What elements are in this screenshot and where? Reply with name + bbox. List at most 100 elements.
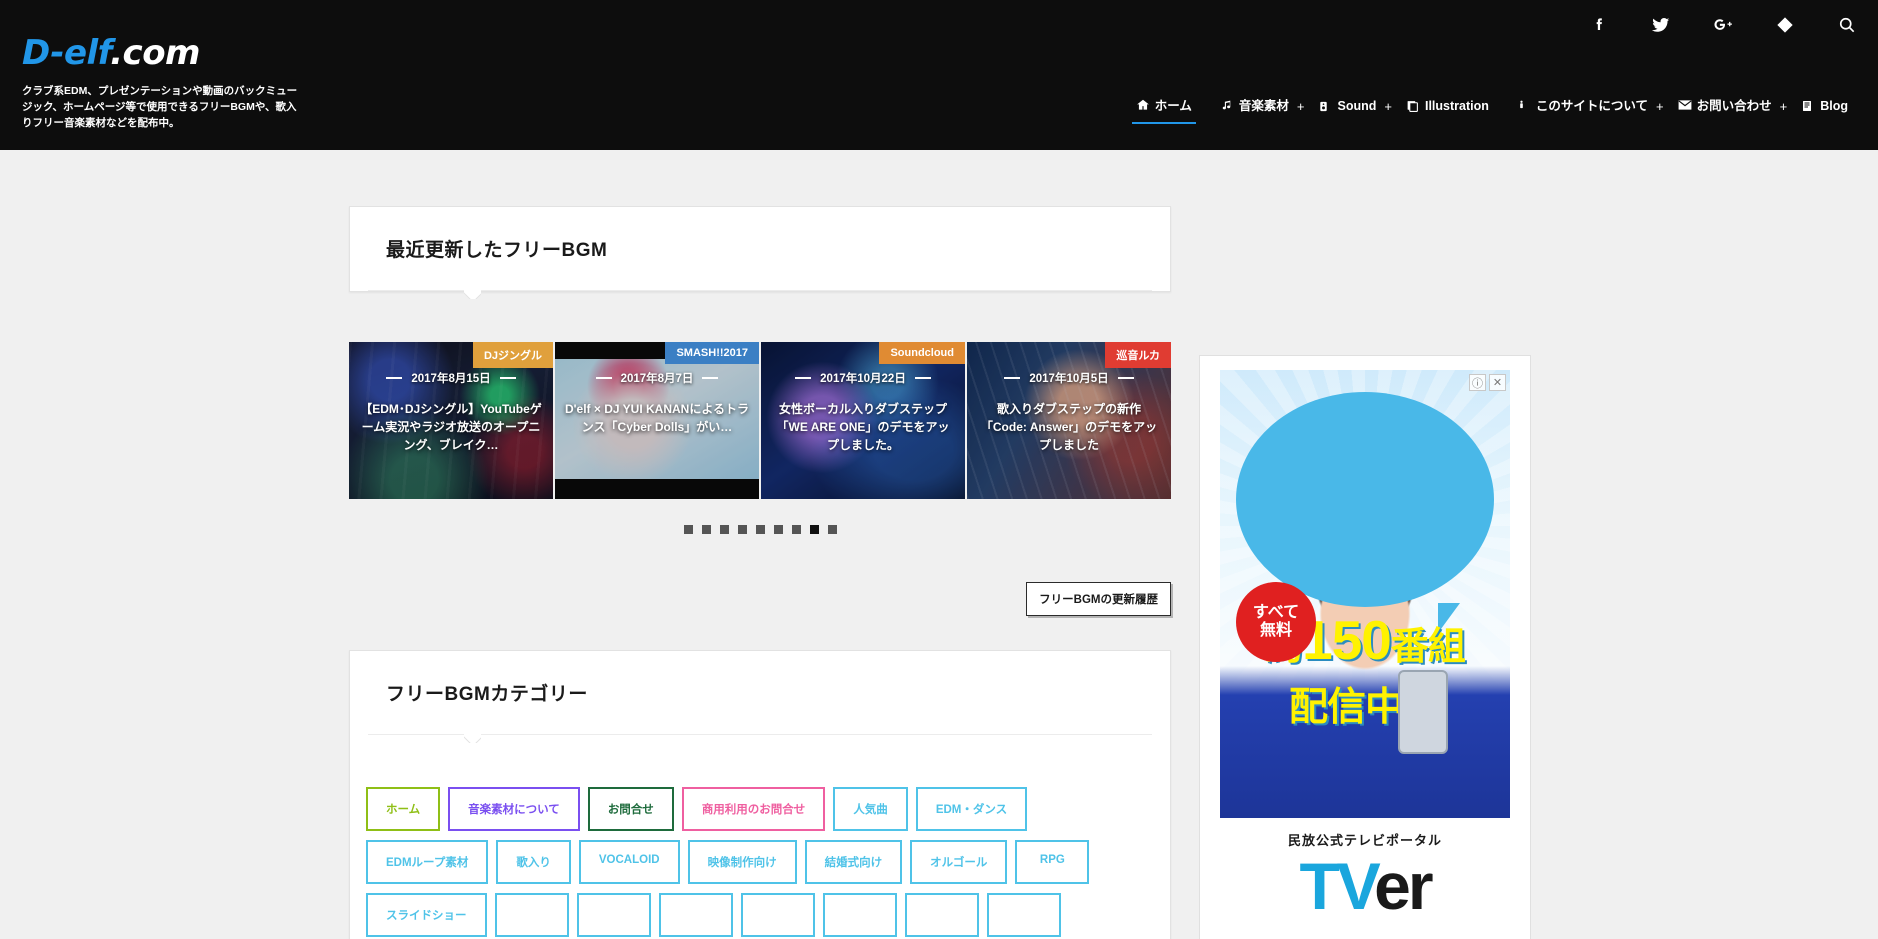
recent-bgm-panel: 最近更新したフリーBGM [349, 206, 1171, 292]
card-title[interactable]: D'elf × DJ YUI KANANによるトランス「Cyber Dolls」… [565, 400, 749, 436]
category-tag[interactable]: EDM・ダンス [915, 787, 1028, 831]
ad-brand-tv: TV [1299, 849, 1377, 923]
card-title[interactable]: 歌入りダブステップの新作「Code: Answer」のデモをアップしました [977, 400, 1161, 454]
twitter-icon[interactable] [1648, 12, 1674, 38]
category-tag[interactable] [658, 893, 733, 937]
logo-suffix: .com [110, 33, 200, 73]
category-tag[interactable]: 結婚式向け [804, 840, 903, 884]
bgm-category-header: フリーBGMカテゴリー [368, 651, 1152, 735]
nav-item-sound[interactable]: Sound [1304, 98, 1390, 124]
category-tag[interactable] [576, 893, 651, 937]
ad-headline-suffix: 番組 [1390, 626, 1466, 668]
category-tag[interactable]: 商用利用のお問合せ [681, 787, 826, 831]
nav-label-home: ホーム [1154, 99, 1192, 113]
card-body: 2017年10月5日 歌入りダブステップの新作「Code: Answer」のデモ… [967, 370, 1171, 454]
ad-brand-logo: TVer [1220, 853, 1510, 919]
person-icon [1517, 97, 1531, 113]
ad-footer: 民放公式テレビポータル TVer ※データ通信費は除く [1220, 818, 1510, 939]
nav-item-about[interactable]: このサイトについて [1503, 95, 1662, 124]
history-row: フリーBGMの更新履歴 [349, 582, 1171, 616]
carousel-card[interactable]: SMASH!!2017 2017年8月7日 D'elf × DJ YUI KAN… [555, 342, 759, 499]
ad-free-line2: 無料 [1259, 622, 1292, 639]
ad-info-icon[interactable]: ⓘ [1469, 374, 1486, 391]
carousel-dot[interactable] [827, 525, 837, 534]
carousel-card[interactable]: 巡音ルカ 2017年10月5日 歌入りダブステップの新作「Code: Answe… [967, 342, 1171, 499]
category-tag[interactable]: 音楽素材について [448, 787, 580, 831]
card-body: 2017年8月7日 D'elf × DJ YUI KANANによるトランス「Cy… [555, 370, 759, 436]
bgm-category-panel: フリーBGMカテゴリー ホーム 音楽素材について お問合せ 商用利用のお問合せ 人気曲 E… [349, 650, 1171, 939]
recent-bgm-carousel[interactable]: DJジングル 2017年8月15日 【EDM･DJシングル】YouTubeゲーム… [349, 342, 1171, 499]
nav-label-about: このサイトについて [1535, 99, 1649, 113]
nav-label-sound: Sound [1337, 99, 1377, 113]
card-body: 2017年10月22日 女性ボーカル入りダブステップ「WE ARE ONE」のデ… [761, 370, 965, 454]
card-category-badge[interactable]: 巡音ルカ [1105, 342, 1171, 368]
carousel-dot[interactable] [755, 525, 765, 534]
nav-item-music-materials[interactable]: 音楽素材 [1206, 95, 1303, 124]
site-logo[interactable]: D-elf.com [22, 36, 322, 70]
google-plus-icon[interactable] [1710, 12, 1736, 38]
category-tag[interactable] [740, 893, 815, 937]
category-tag[interactable]: 歌入り [496, 840, 571, 884]
main-content: 最近更新したフリーBGM DJジングル 2017年8月15日 【EDM･DJシン… [349, 206, 1171, 939]
page-body: 最近更新したフリーBGM DJジングル 2017年8月15日 【EDM･DJシン… [0, 150, 1878, 939]
category-tag[interactable]: スライドショー [366, 893, 487, 937]
home-icon [1136, 97, 1150, 113]
nav-item-illustration[interactable]: Illustration [1392, 98, 1503, 124]
main-navigation: ホーム 音楽素材 + Sound + Illustration このサイトについ… [1122, 95, 1862, 124]
search-icon[interactable] [1834, 12, 1860, 38]
carousel-dot[interactable] [737, 525, 747, 534]
carousel-pagination[interactable] [349, 525, 1171, 534]
card-category-badge[interactable]: DJジングル [472, 342, 553, 368]
category-tag[interactable] [822, 893, 897, 937]
ad-footer-title: 民放公式テレビポータル [1287, 833, 1442, 848]
speaker-icon [1318, 98, 1332, 114]
category-tag[interactable]: 映像制作向け [687, 840, 797, 884]
card-title[interactable]: 【EDM･DJシングル】YouTubeゲーム実況やラジオ放送のオープニング、ブレ… [359, 400, 543, 454]
ad-controls: ⓘ ✕ [1469, 374, 1506, 391]
ad-creative[interactable]: ⓘ ✕ 約150番組 配信中！ すべて 無料 民放公式テレビポ [1220, 370, 1510, 939]
carousel-dot[interactable] [701, 525, 711, 534]
category-tag[interactable]: オルゴール [910, 840, 1008, 884]
carousel-dot[interactable] [791, 525, 801, 534]
card-category-badge[interactable]: SMASH!!2017 [665, 342, 759, 364]
carousel-card[interactable]: Soundcloud 2017年10月22日 女性ボーカル入りダブステップ「WE… [761, 342, 965, 499]
card-category-badge[interactable]: Soundcloud [879, 342, 965, 364]
carousel-dot[interactable] [719, 525, 729, 534]
nav-item-blog[interactable]: Blog [1787, 98, 1862, 124]
recent-bgm-header: 最近更新したフリーBGM [368, 207, 1152, 291]
category-tag[interactable]: VOCALOID [578, 840, 680, 884]
nav-item-home[interactable]: ホーム [1122, 95, 1206, 124]
category-tag[interactable]: ホーム [366, 787, 441, 831]
category-tag-list: ホーム 音楽素材について お問合せ 商用利用のお問合せ 人気曲 EDM・ダンス EDMループ… [350, 787, 1170, 937]
carousel-dot[interactable] [809, 525, 819, 534]
category-tag[interactable]: EDMループ素材 [366, 840, 489, 884]
blog-icon [1801, 98, 1815, 114]
carousel-card[interactable]: DJジングル 2017年8月15日 【EDM･DJシングル】YouTubeゲーム… [349, 342, 553, 499]
category-tag[interactable] [986, 893, 1061, 937]
site-header: D-elf.com クラブ系EDM、プレゼンテーションや動画のバックミュージック… [0, 0, 1878, 150]
bgm-update-history-button[interactable]: フリーBGMの更新履歴 [1026, 582, 1171, 616]
header-arrow [464, 734, 481, 743]
ad-close-icon[interactable]: ✕ [1489, 374, 1506, 391]
logo-primary: D-elf [22, 33, 111, 73]
card-date: 2017年8月7日 [565, 370, 749, 386]
category-tag[interactable] [904, 893, 979, 937]
nav-item-contact[interactable]: お問い合わせ [1664, 95, 1786, 124]
category-tag[interactable]: 人気曲 [833, 787, 908, 831]
carousel-dot[interactable] [683, 525, 693, 534]
category-tag[interactable]: RPG [1015, 840, 1090, 884]
feedly-icon[interactable] [1772, 12, 1798, 38]
ad-free-badge: すべて 無料 [1236, 582, 1316, 662]
header-arrow [464, 290, 481, 299]
site-tagline: クラブ系EDM、プレゼンテーションや動画のバックミュージック、ホームページ等で使… [22, 85, 298, 129]
category-tag[interactable]: お問合せ [587, 787, 674, 831]
category-tag[interactable] [494, 893, 569, 937]
music-note-icon [1220, 97, 1234, 113]
mail-icon [1678, 97, 1692, 113]
card-date: 2017年8月15日 [359, 370, 543, 386]
social-links [1586, 12, 1860, 38]
facebook-icon[interactable] [1586, 12, 1612, 38]
card-title[interactable]: 女性ボーカル入りダブステップ「WE ARE ONE」のデモをアップしました。 [771, 400, 955, 454]
ad-free-line1: すべて [1252, 604, 1300, 622]
carousel-dot[interactable] [773, 525, 783, 534]
